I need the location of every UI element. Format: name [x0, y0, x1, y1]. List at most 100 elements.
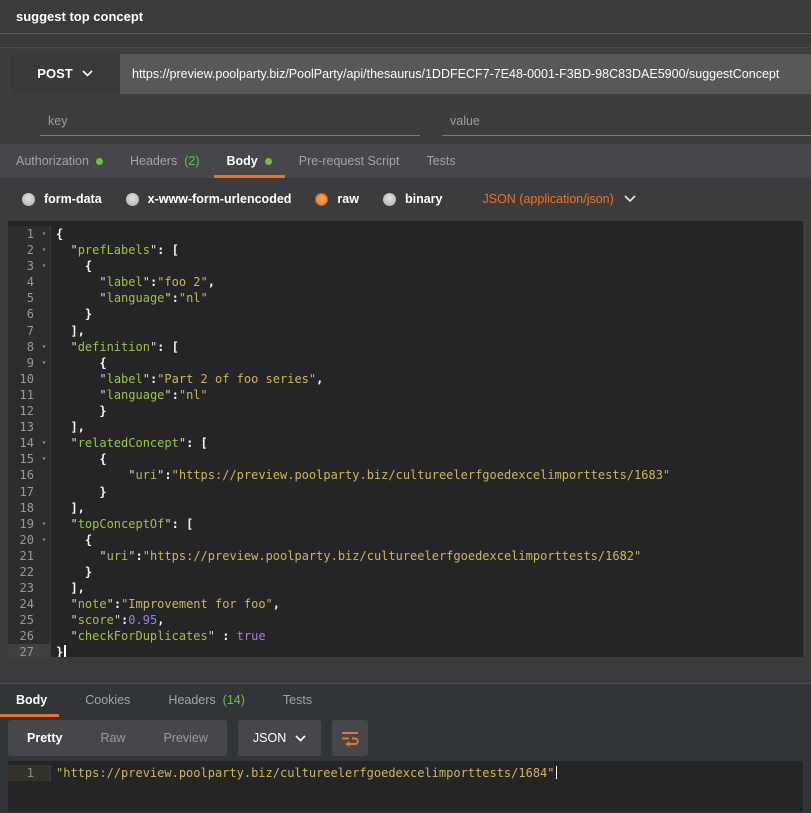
fold-arrow-icon[interactable]: ▾ [38, 435, 51, 451]
code-line[interactable]: 9▾ { [8, 355, 803, 371]
line-number: 6 [8, 306, 38, 322]
code-line[interactable]: 7 ], [8, 323, 803, 339]
line-number: 22 [8, 564, 38, 580]
view-mode-segmented-control: PrettyRawPreview [8, 720, 227, 756]
fold-arrow-icon[interactable]: ▾ [38, 355, 51, 371]
response-body-editor[interactable]: 1"https://preview.poolparty.biz/culturee… [8, 761, 803, 812]
fold-arrow-icon[interactable]: ▾ [38, 339, 51, 355]
response-tab-cookies[interactable]: Cookies [85, 684, 130, 716]
tab-label: Authorization [16, 154, 89, 168]
radio-icon [126, 193, 139, 206]
content-type-dropdown[interactable]: JSON (application/json) [482, 192, 635, 206]
tab-label: Cookies [85, 693, 130, 707]
param-key-input[interactable] [40, 108, 420, 136]
line-number: 5 [8, 290, 38, 306]
fold-arrow-icon[interactable]: ▾ [38, 226, 51, 242]
fold-gutter [38, 612, 51, 628]
code-text: } [51, 306, 92, 322]
body-mode-radio-x-www-form-urlencoded[interactable]: x-www-form-urlencoded [126, 192, 292, 206]
code-line[interactable]: 15▾ { [8, 451, 803, 467]
code-line[interactable]: 10 "label":"Part 2 of foo series", [8, 371, 803, 387]
code-text: "language":"nl" [51, 290, 208, 306]
code-line[interactable]: 1▾{ [8, 226, 803, 242]
code-line[interactable]: 17 } [8, 484, 803, 500]
code-line[interactable]: 2▾ "prefLabels": [ [8, 242, 803, 258]
code-text: { [51, 532, 92, 548]
line-number: 14 [8, 435, 38, 451]
code-line[interactable]: 21 "uri":"https://preview.poolparty.biz/… [8, 548, 803, 564]
radio-selected-icon [315, 193, 328, 206]
method-dropdown[interactable]: POST [10, 54, 120, 94]
fold-arrow-icon[interactable]: ▾ [38, 242, 51, 258]
wrap-text-button[interactable] [332, 720, 368, 756]
body-mode-radio-binary[interactable]: binary [383, 192, 443, 206]
param-value-input[interactable] [442, 108, 811, 136]
fold-arrow-icon[interactable]: ▾ [38, 451, 51, 467]
code-line[interactable]: 18 ], [8, 500, 803, 516]
code-line[interactable]: 4 "label":"foo 2", [8, 274, 803, 290]
code-text: ], [51, 500, 85, 516]
radio-label: form-data [44, 192, 102, 206]
tab-label: Body [227, 154, 258, 168]
fold-gutter [38, 484, 51, 500]
view-mode-raw[interactable]: Raw [81, 720, 144, 756]
view-mode-pretty[interactable]: Pretty [8, 720, 81, 756]
response-format-dropdown[interactable]: JSON [238, 720, 321, 756]
code-line[interactable]: 20▾ { [8, 532, 803, 548]
text-cursor [64, 645, 66, 657]
tab-pre-request-script[interactable]: Pre-request Script [299, 144, 400, 178]
request-title-bar: suggest top concept [0, 0, 811, 34]
body-mode-radio-raw[interactable]: raw [315, 192, 359, 206]
code-text: "uri":"https://preview.poolparty.biz/cul… [51, 548, 641, 564]
code-line[interactable]: 8▾ "definition": [ [8, 339, 803, 355]
tab-body[interactable]: Body [227, 144, 272, 178]
line-number: 17 [8, 484, 38, 500]
request-body-editor[interactable]: 1▾{2▾ "prefLabels": [3▾ {4 "label":"foo … [8, 221, 803, 657]
body-mode-radio-form-data[interactable]: form-data [22, 192, 102, 206]
code-text: "topConceptOf": [ [51, 516, 193, 532]
code-line[interactable]: 25 "score":0.95, [8, 612, 803, 628]
code-line[interactable]: 5 "language":"nl" [8, 290, 803, 306]
response-tab-body[interactable]: Body [16, 684, 47, 716]
section-divider [0, 657, 811, 684]
radio-label: binary [405, 192, 443, 206]
response-tab-headers[interactable]: Headers(14) [168, 684, 244, 716]
code-line[interactable]: 11 "language":"nl" [8, 387, 803, 403]
code-line[interactable]: 23 ], [8, 580, 803, 596]
code-line[interactable]: 19▾ "topConceptOf": [ [8, 516, 803, 532]
code-text: "relatedConcept": [ [51, 435, 208, 451]
tab-count-badge: (2) [184, 154, 199, 168]
body-mode-row: form-datax-www-form-urlencodedrawbinary … [0, 179, 811, 219]
code-line[interactable]: 1"https://preview.poolparty.biz/culturee… [8, 765, 803, 781]
code-line[interactable]: 16 "uri":"https://preview.poolparty.biz/… [8, 467, 803, 483]
view-mode-preview[interactable]: Preview [144, 720, 226, 756]
fold-arrow-icon[interactable]: ▾ [38, 516, 51, 532]
response-tab-tests[interactable]: Tests [283, 684, 312, 716]
code-line[interactable]: 13 ], [8, 419, 803, 435]
code-text: ], [51, 323, 85, 339]
code-line[interactable]: 14▾ "relatedConcept": [ [8, 435, 803, 451]
code-text: "prefLabels": [ [51, 242, 179, 258]
code-line[interactable]: 12 } [8, 403, 803, 419]
fold-arrow-icon[interactable]: ▾ [38, 258, 51, 274]
code-text: "definition": [ [51, 339, 179, 355]
line-number: 21 [8, 548, 38, 564]
fold-gutter [38, 596, 51, 612]
code-text: } [51, 564, 92, 580]
tab-headers[interactable]: Headers(2) [130, 144, 200, 178]
code-line[interactable]: 26 "checkForDuplicates" : true [8, 628, 803, 644]
tab-authorization[interactable]: Authorization [16, 144, 103, 178]
tab-tests[interactable]: Tests [426, 144, 455, 178]
code-line[interactable]: 22 } [8, 564, 803, 580]
request-title: suggest top concept [16, 9, 143, 24]
fold-arrow-icon[interactable]: ▾ [38, 532, 51, 548]
code-line[interactable]: 24 "note":"Improvement for foo", [8, 596, 803, 612]
url-input[interactable] [120, 54, 811, 94]
active-tab-underline [0, 714, 59, 717]
code-text: ], [51, 580, 85, 596]
chevron-down-icon [624, 195, 636, 203]
code-line[interactable]: 6 } [8, 306, 803, 322]
params-row [0, 99, 811, 144]
code-line[interactable]: 3▾ { [8, 258, 803, 274]
code-line[interactable]: 27} [8, 644, 803, 657]
